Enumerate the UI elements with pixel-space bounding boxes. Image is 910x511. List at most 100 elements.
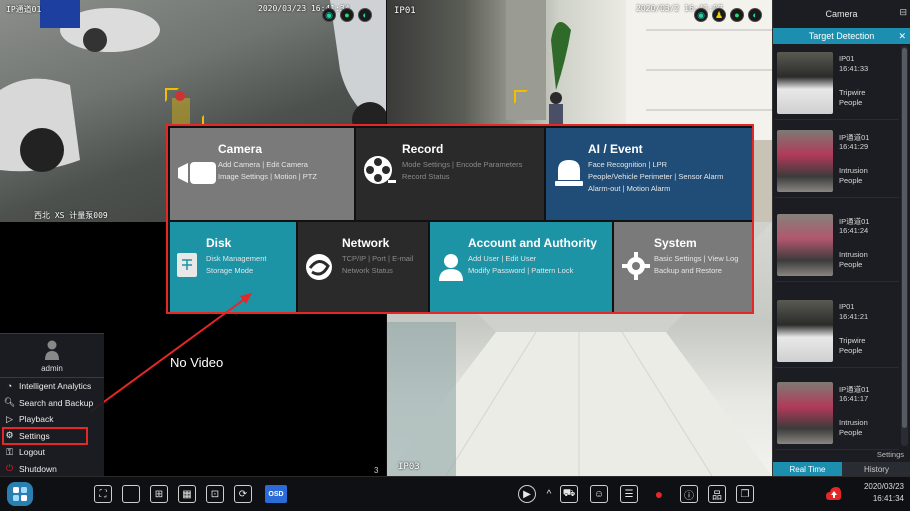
link-face-recognition[interactable]: Face Recognition — [588, 160, 646, 169]
smart-detect-icon[interactable]: ◉ — [694, 8, 708, 22]
detection-thumbnail — [777, 214, 833, 276]
pane-3-number: 3 — [374, 466, 379, 475]
tile-account-title: Account and Authority — [468, 236, 597, 250]
start-button[interactable] — [7, 482, 33, 506]
detection-item[interactable]: IP通道01 16:41:24 Intrusion People — [775, 210, 899, 282]
settings-tile-ai-event[interactable]: AI / Event Face Recognition | LPR People… — [546, 128, 752, 220]
record-status-icon[interactable]: ● — [340, 8, 354, 22]
layout-1-icon[interactable] — [122, 485, 140, 503]
disk-icon — [177, 253, 197, 277]
tile-camera-line2: Image Settings | Motion | PTZ — [218, 172, 317, 181]
gear-icon — [622, 252, 650, 280]
detection-item[interactable]: IP通道01 16:41:29 Intrusion People — [775, 126, 899, 198]
tab-real-time[interactable]: Real Time — [773, 462, 842, 476]
record-status-icon[interactable]: ● — [730, 8, 744, 22]
play-icon: ▷ — [6, 413, 13, 424]
link-record-status[interactable]: Record Status — [402, 172, 450, 181]
settings-tile-account[interactable]: Account and Authority Add User | Edit Us… — [430, 222, 612, 312]
play-icon[interactable]: ▶ — [518, 485, 536, 503]
link-view-log[interactable]: View Log — [708, 254, 739, 263]
menu-item-logout[interactable]: ⚿ Logout — [0, 444, 104, 461]
link-image-settings[interactable]: Image Settings — [218, 172, 268, 181]
target-detection-panel: Camera ⊟ Target Detection ✕ IP01 16:41:3… — [772, 0, 910, 476]
start-menu: admin ◔ Intelligent Analytics 🔍︎ Search … — [0, 333, 104, 476]
tab-target-detection[interactable]: Target Detection ✕ — [773, 28, 910, 44]
detection-item[interactable]: IP01 16:41:33 Tripwire People — [775, 48, 899, 120]
link-sensor-alarm[interactable]: Sensor Alarm — [678, 172, 723, 181]
detection-class: People — [839, 428, 863, 437]
menu-item-intelligent-analytics[interactable]: ◔ Intelligent Analytics — [0, 378, 104, 395]
layout-4-icon[interactable]: ⊞ — [150, 485, 168, 503]
pin-icon[interactable]: ⊟ — [899, 7, 907, 18]
settings-tile-record[interactable]: Record Mode Settings | Encode Parameters… — [356, 128, 544, 220]
smart-detect-icon[interactable]: ◉ — [322, 8, 336, 22]
layout-9-icon[interactable]: ▦ — [178, 485, 196, 503]
menu-item-search-backup[interactable]: 🔍︎ Search and Backup — [0, 395, 104, 412]
detection-item[interactable]: IP01 16:41:21 Tripwire People — [775, 296, 899, 368]
link-tcp-ip[interactable]: TCP/IP — [342, 254, 366, 263]
network-topology-icon[interactable]: 品 — [708, 485, 726, 503]
tile-account-line2: Modify Password | Pattern Lock — [468, 266, 574, 275]
detection-camera: IP01 — [839, 302, 855, 311]
link-network-status[interactable]: Network Status — [342, 266, 393, 275]
link-email[interactable]: E-mail — [392, 254, 413, 263]
link-backup-restore[interactable]: Backup and Restore — [654, 266, 722, 275]
link-encode-parameters[interactable]: Encode Parameters — [456, 160, 522, 169]
alarm-icon[interactable]: ◐ — [748, 8, 762, 22]
link-storage-mode[interactable]: Storage Mode — [206, 266, 253, 275]
detection-time: 16:41:17 — [839, 394, 869, 403]
link-ptz[interactable]: PTZ — [303, 172, 317, 181]
close-icon[interactable]: ✕ — [898, 31, 906, 42]
windows-icon[interactable]: ❐ — [736, 485, 754, 503]
sequence-icon[interactable]: ⟳ — [234, 485, 252, 503]
link-port[interactable]: Port — [372, 254, 386, 263]
settings-tile-disk[interactable]: Disk Disk Management Storage Mode — [170, 222, 296, 312]
menu-item-label: Playback — [19, 414, 54, 425]
menu-item-shutdown[interactable]: ⏻ Shutdown — [0, 461, 104, 478]
tab-history[interactable]: History — [842, 462, 910, 476]
menu-item-label: Intelligent Analytics — [19, 381, 92, 392]
tile-record-line1: Mode Settings | Encode Parameters — [402, 160, 523, 169]
side-panel-settings-link[interactable]: Settings — [877, 450, 904, 459]
tile-ai-line2: People/Vehicle Perimeter | Sensor Alarm — [588, 172, 724, 181]
link-alarm-out[interactable]: Alarm-out — [588, 184, 621, 193]
link-mode-settings[interactable]: Mode Settings — [402, 160, 450, 169]
chevron-up-icon[interactable]: ^ — [540, 485, 558, 503]
link-modify-password[interactable]: Modify Password — [468, 266, 525, 275]
link-people-vehicle-perimeter[interactable]: People/Vehicle Perimeter — [588, 172, 672, 181]
alarm-icon[interactable]: ◐ — [358, 8, 372, 22]
fullscreen-icon[interactable]: ⛶ — [94, 485, 112, 503]
osd-button[interactable]: OSD — [265, 485, 287, 503]
detection-scrollbar[interactable] — [901, 46, 908, 446]
link-pattern-lock[interactable]: Pattern Lock — [531, 266, 573, 275]
list-icon[interactable]: ☰ — [620, 485, 638, 503]
link-disk-management[interactable]: Disk Management — [206, 254, 266, 263]
start-grid-icon — [13, 487, 27, 501]
link-motion[interactable]: Motion — [274, 172, 297, 181]
link-add-camera[interactable]: Add Camera — [218, 160, 260, 169]
link-add-user[interactable]: Add User — [468, 254, 499, 263]
menu-item-playback[interactable]: ▷ Playback — [0, 411, 104, 428]
link-edit-camera[interactable]: Edit Camera — [266, 160, 308, 169]
info-icon[interactable]: ⓘ — [680, 485, 698, 503]
scrollbar-thumb[interactable] — [902, 48, 907, 428]
link-lpr[interactable]: LPR — [653, 160, 668, 169]
link-motion-alarm[interactable]: Motion Alarm — [627, 184, 671, 193]
settings-tile-camera[interactable]: Camera Add Camera | Edit Camera Image Se… — [170, 128, 354, 220]
detection-box-corner — [514, 90, 528, 104]
username: admin — [41, 364, 63, 373]
detection-thumbnail — [777, 52, 833, 114]
settings-tile-system[interactable]: System Basic Settings | View Log Backup … — [614, 222, 752, 312]
link-basic-settings[interactable]: Basic Settings — [654, 254, 702, 263]
face-icon[interactable]: ☺ — [590, 485, 608, 503]
alarm-light-icon[interactable]: ● — [650, 485, 668, 503]
cloud-upload-icon[interactable] — [826, 487, 842, 501]
vehicle-icon[interactable]: ⛟ — [560, 485, 578, 503]
link-edit-user[interactable]: Edit User — [505, 254, 536, 263]
tile-system-line1: Basic Settings | View Log — [654, 254, 739, 263]
layout-custom-icon[interactable]: ⊡ — [206, 485, 224, 503]
detection-item[interactable]: IP通道01 16:41:17 Intrusion People — [775, 378, 899, 450]
user-icon — [439, 254, 463, 281]
person-alert-icon[interactable]: ♟ — [712, 8, 726, 22]
settings-tile-network[interactable]: Network TCP/IP | Port | E-mail Network S… — [298, 222, 428, 312]
